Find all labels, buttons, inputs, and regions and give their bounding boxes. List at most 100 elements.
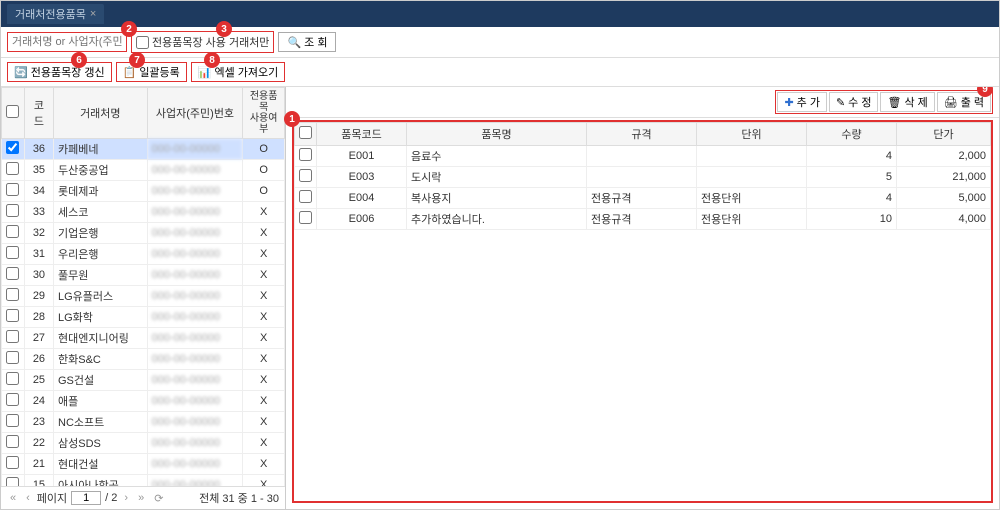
row-checkbox[interactable] <box>2 454 25 475</box>
table-row[interactable]: 35두산중공업000-00-00000O <box>2 160 285 181</box>
item-toolbar: 9 ✚추 가 ✎수 정 🗑삭 제 🖨출 력 <box>286 87 999 118</box>
row-biz: 000-00-00000 <box>147 349 243 370</box>
vendor-header-code[interactable]: 코드 <box>24 88 53 139</box>
row-use: X <box>243 202 285 223</box>
row-code: 22 <box>24 433 53 454</box>
row-checkbox[interactable] <box>295 209 317 230</box>
add-button[interactable]: ✚추 가 <box>777 92 827 112</box>
item-select-all[interactable] <box>299 126 312 139</box>
row-checkbox[interactable] <box>2 370 25 391</box>
pager-page-input[interactable] <box>71 491 101 505</box>
row-checkbox[interactable] <box>2 139 25 160</box>
pager-last[interactable]: » <box>135 492 147 504</box>
table-row[interactable]: 26한화S&C000-00-00000X <box>2 349 285 370</box>
item-name: 도시락 <box>407 167 587 188</box>
table-row[interactable]: 23NC소프트000-00-00000X <box>2 412 285 433</box>
vendor-header-name[interactable]: 거래처명 <box>54 88 148 139</box>
row-checkbox[interactable] <box>2 328 25 349</box>
table-row[interactable]: 29LG유플러스000-00-00000X <box>2 286 285 307</box>
item-header-code[interactable]: 품목코드 <box>317 123 407 146</box>
edit-button[interactable]: ✎수 정 <box>829 92 879 112</box>
item-toolbar-box: ✚추 가 ✎수 정 🗑삭 제 🖨출 력 <box>775 90 993 114</box>
row-checkbox[interactable] <box>2 181 25 202</box>
table-row[interactable]: 15아시아나항공000-00-00000X <box>2 475 285 487</box>
main-area: 코드 거래처명 사업자(주민)번호 전용품목 사용여부 36카페베네000-00… <box>1 87 999 509</box>
select-all-checkbox[interactable] <box>6 105 19 118</box>
row-checkbox[interactable] <box>2 307 25 328</box>
table-row[interactable]: 25GS건설000-00-00000X <box>2 370 285 391</box>
table-row[interactable]: E003도시락521,000 <box>295 167 991 188</box>
add-label: 추 가 <box>797 94 820 110</box>
row-name: 현대건설 <box>54 454 148 475</box>
printer-icon: 🖨 <box>944 96 958 109</box>
row-biz: 000-00-00000 <box>147 244 243 265</box>
row-checkbox[interactable] <box>295 188 317 209</box>
pager-prev[interactable]: ‹ <box>23 492 33 504</box>
table-row[interactable]: 30풀무원000-00-00000X <box>2 265 285 286</box>
pager-next[interactable]: › <box>121 492 131 504</box>
vendor-header-use[interactable]: 전용품목 사용여부 <box>243 88 285 139</box>
vendor-header-biz[interactable]: 사업자(주민)번호 <box>147 88 243 139</box>
row-checkbox[interactable] <box>2 244 25 265</box>
table-row[interactable]: 31우리은행000-00-00000X <box>2 244 285 265</box>
row-checkbox[interactable] <box>2 349 25 370</box>
only-exclusive-check[interactable] <box>136 36 149 49</box>
pager-first[interactable]: « <box>7 492 19 504</box>
row-checkbox[interactable] <box>2 391 25 412</box>
table-row[interactable]: E006추가하였습니다.전용규격전용단위104,000 <box>295 209 991 230</box>
trash-icon: 🗑 <box>887 96 901 109</box>
row-use: X <box>243 475 285 487</box>
app-window: 거래처전용품목 × 2 3 전용품목장 사용 거래처만 🔍 조 회 6 7 8 … <box>0 0 1000 510</box>
item-header-qty[interactable]: 수량 <box>807 123 897 146</box>
table-row[interactable]: E001음료수42,000 <box>295 146 991 167</box>
row-code: 28 <box>24 307 53 328</box>
table-row[interactable]: 34롯데제과000-00-00000O <box>2 181 285 202</box>
row-use: O <box>243 181 285 202</box>
table-row[interactable]: 27현대엔지니어링000-00-00000X <box>2 328 285 349</box>
item-code: E004 <box>317 188 407 209</box>
table-row[interactable]: E004복사용지전용규격전용단위45,000 <box>295 188 991 209</box>
search-input[interactable] <box>7 32 127 52</box>
row-checkbox[interactable] <box>2 475 25 487</box>
search-button[interactable]: 🔍 조 회 <box>278 32 336 52</box>
row-code: 27 <box>24 328 53 349</box>
table-row[interactable]: 28LG화학000-00-00000X <box>2 307 285 328</box>
item-header-name[interactable]: 품목명 <box>407 123 587 146</box>
item-header-unit[interactable]: 단위 <box>697 123 807 146</box>
vendor-header-chk[interactable] <box>2 88 25 139</box>
row-checkbox[interactable] <box>2 202 25 223</box>
item-header-price[interactable]: 단가 <box>897 123 991 146</box>
row-code: 32 <box>24 223 53 244</box>
row-checkbox[interactable] <box>295 167 317 188</box>
row-code: 36 <box>24 139 53 160</box>
row-checkbox[interactable] <box>2 286 25 307</box>
table-row[interactable]: 32기업은행000-00-00000X <box>2 223 285 244</box>
row-name: LG화학 <box>54 307 148 328</box>
row-checkbox[interactable] <box>295 146 317 167</box>
item-code: E001 <box>317 146 407 167</box>
close-icon[interactable]: × <box>90 8 96 20</box>
annotation-badge-7: 7 <box>129 52 145 68</box>
row-checkbox[interactable] <box>2 160 25 181</box>
table-row[interactable]: 22삼성SDS000-00-00000X <box>2 433 285 454</box>
row-code: 34 <box>24 181 53 202</box>
tab-active[interactable]: 거래처전용품목 × <box>7 4 104 24</box>
batch-register-button[interactable]: 📋 일괄등록 <box>116 62 187 82</box>
pager-refresh-icon[interactable]: ⟳ <box>151 492 166 505</box>
table-row[interactable]: 24애플000-00-00000X <box>2 391 285 412</box>
table-row[interactable]: 21현대건설000-00-00000X <box>2 454 285 475</box>
table-row[interactable]: 33세스코000-00-00000X <box>2 202 285 223</box>
row-checkbox[interactable] <box>2 412 25 433</box>
item-header-spec[interactable]: 규격 <box>587 123 697 146</box>
update-exclusive-button[interactable]: 🔄 전용품목장 갱신 <box>7 62 112 82</box>
only-exclusive-checkbox[interactable]: 전용품목장 사용 거래처만 <box>131 31 274 53</box>
row-name: 아시아나항공 <box>54 475 148 487</box>
row-checkbox[interactable] <box>2 265 25 286</box>
row-checkbox[interactable] <box>2 223 25 244</box>
batch-label: 일괄등록 <box>139 64 179 80</box>
table-row[interactable]: 36카페베네000-00-00000O <box>2 139 285 160</box>
delete-button[interactable]: 🗑삭 제 <box>880 92 934 112</box>
row-checkbox[interactable] <box>2 433 25 454</box>
row-name: LG유플러스 <box>54 286 148 307</box>
item-header-chk[interactable] <box>295 123 317 146</box>
